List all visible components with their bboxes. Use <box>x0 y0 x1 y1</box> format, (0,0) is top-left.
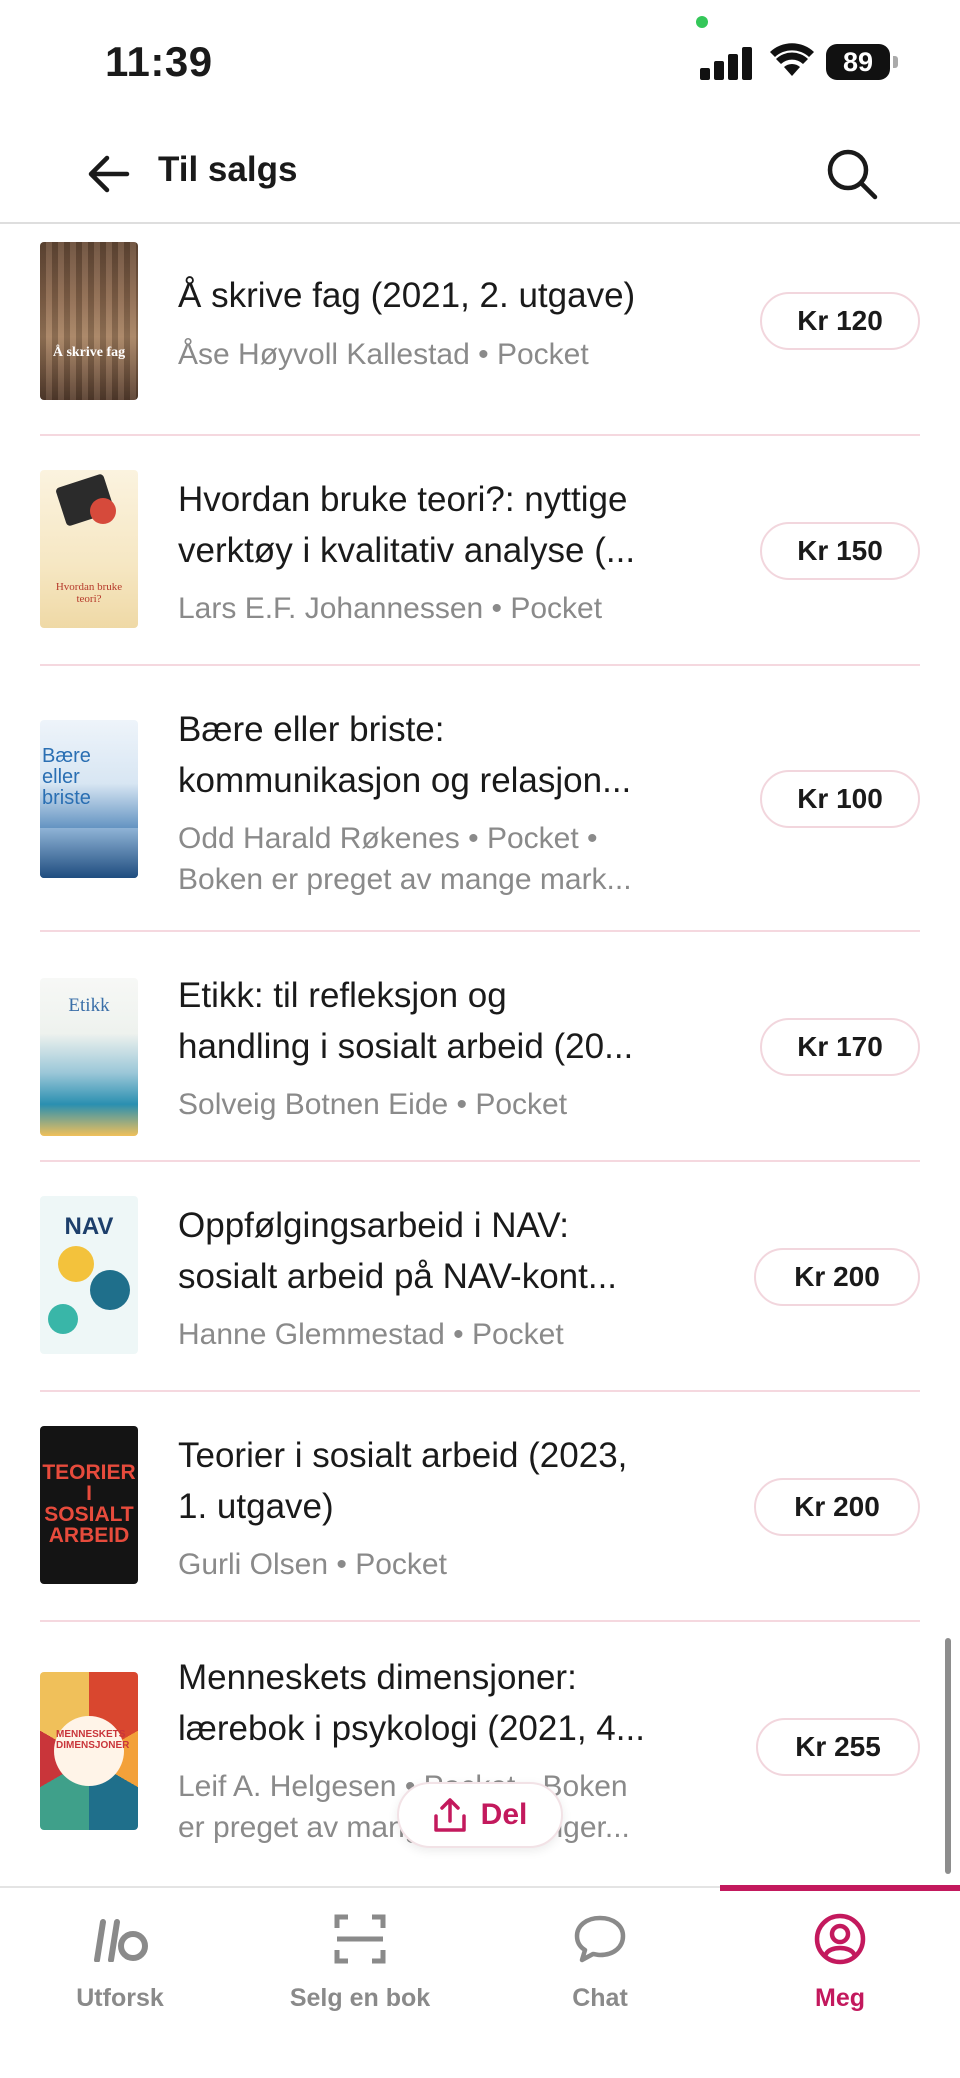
book-cover-image: Å skrive fag <box>40 242 138 400</box>
book-cover-image: Hvordan bruke teori? <box>40 470 138 628</box>
tab-label: Meg <box>815 1984 865 2012</box>
cover-title: Bære eller briste <box>42 745 91 809</box>
tab-label: Selg en bok <box>289 1984 431 2012</box>
list-item[interactable]: Etikk Etikk: til refleksjon og handling … <box>0 932 960 1162</box>
book-cover-image: Etikk <box>40 978 138 1136</box>
chat-bubble-icon <box>480 1908 720 1970</box>
list-item[interactable]: TEORIER I SOSIALT ARBEID Teorier i sosia… <box>0 1392 960 1622</box>
status-bar: 11:39 89 <box>0 0 960 120</box>
price-badge: Kr 100 <box>760 770 920 828</box>
battery-level: 89 <box>826 44 890 80</box>
search-icon <box>827 149 878 200</box>
book-title: Menneskets dimensjoner: lærebok i psykol… <box>178 1658 645 1748</box>
tab-selg-en-bok[interactable]: Selg en bok <box>240 1888 480 2038</box>
share-icon <box>433 1798 466 1832</box>
tab-utforsk[interactable]: Utforsk <box>0 1888 240 2038</box>
back-button[interactable] <box>80 146 136 202</box>
book-meta: Hanne Glemmestad • Pocket <box>178 1318 564 1351</box>
price-badge: Kr 255 <box>756 1718 920 1776</box>
book-meta: Odd Harald Røkenes • Pocket • Boken er p… <box>178 822 632 896</box>
arrow-left-icon <box>88 155 130 193</box>
book-title: Etikk: til refleksjon og handling i sosi… <box>178 976 634 1066</box>
price-badge: Kr 120 <box>760 292 920 350</box>
tab-label: Utforsk <box>76 1984 164 2012</box>
book-cover-image: TEORIER I SOSIALT ARBEID <box>40 1426 138 1584</box>
share-button[interactable]: Del <box>397 1782 563 1848</box>
book-meta: Åse Høyvoll Kallestad • Pocket <box>178 338 589 371</box>
tab-meg[interactable]: Meg <box>720 1888 960 2038</box>
book-list[interactable]: Å skrive fag Å skrive fag (2021, 2. utga… <box>0 226 960 1886</box>
book-cover-image: NAV <box>40 1196 138 1354</box>
book-meta: Lars E.F. Johannessen • Pocket <box>178 592 603 625</box>
bottom-navigation: Utforsk Selg en bok Chat Meg <box>0 1885 960 2078</box>
list-item[interactable]: Å skrive fag Å skrive fag (2021, 2. utga… <box>0 226 960 436</box>
app-screen: 11:39 89 Til salgs Å skrive fag Å skrive… <box>0 0 960 2078</box>
book-cover-image: Bære eller briste <box>40 720 138 878</box>
scan-icon <box>240 1908 480 1970</box>
page-title: Til salgs <box>158 150 298 189</box>
cover-title: Hvordan bruke teori? <box>55 581 123 605</box>
book-cover-image: MENNESKETS DIMENSJONER <box>40 1672 138 1830</box>
list-item[interactable]: NAV Oppfølgingsarbeid i NAV: sosialt arb… <box>0 1162 960 1392</box>
battery-icon: 89 <box>826 44 898 80</box>
list-item[interactable]: Hvordan bruke teori? Hvordan bruke teori… <box>0 436 960 666</box>
cellular-signal-icon <box>700 46 752 80</box>
cover-title: MENNESKETS DIMENSJONER <box>56 1729 130 1751</box>
scrollbar[interactable] <box>945 1638 951 1874</box>
profile-icon <box>720 1908 960 1970</box>
cover-title: Å skrive fag <box>52 345 126 360</box>
price-badge: Kr 150 <box>760 522 920 580</box>
price-badge: Kr 170 <box>760 1018 920 1076</box>
cover-title: NAV <box>64 1213 114 1240</box>
book-title: Å skrive fag (2021, 2. utgave) <box>178 276 636 315</box>
app-header: Til salgs <box>0 120 960 224</box>
search-button[interactable] <box>822 144 882 204</box>
tab-chat[interactable]: Chat <box>480 1888 720 2038</box>
book-title: Oppfølgingsarbeid i NAV: sosialt arbeid … <box>178 1206 618 1296</box>
book-title: Hvordan bruke teori?: nyttige verktøy i … <box>178 480 636 570</box>
cover-title: Etikk <box>68 995 110 1016</box>
list-item[interactable]: Bære eller briste Bære eller briste: kom… <box>0 666 960 932</box>
book-title: Teorier i sosialt arbeid (2023, 1. utgav… <box>178 1436 628 1526</box>
tab-label: Chat <box>572 1984 628 2012</box>
book-meta: Solveig Botnen Eide • Pocket <box>178 1088 568 1121</box>
share-label: Del <box>480 1798 528 1831</box>
ib-logo-icon <box>0 1908 240 1970</box>
book-meta: Gurli Olsen • Pocket <box>178 1548 447 1581</box>
camera-indicator-dot <box>696 16 708 28</box>
wifi-icon <box>770 42 814 83</box>
cover-title: TEORIER I SOSIALT ARBEID <box>42 1461 136 1547</box>
status-time: 11:39 <box>105 38 213 85</box>
book-title: Bære eller briste: kommunikasjon og rela… <box>178 710 632 800</box>
price-badge: Kr 200 <box>754 1248 920 1306</box>
price-badge: Kr 200 <box>754 1478 920 1536</box>
